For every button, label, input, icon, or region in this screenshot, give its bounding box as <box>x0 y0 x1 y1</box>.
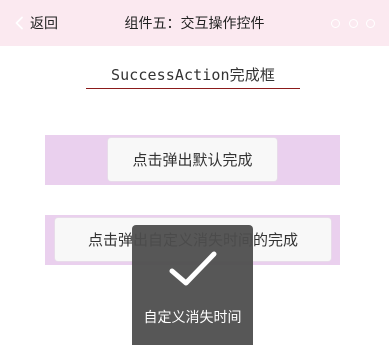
checkmark-icon <box>169 251 217 286</box>
dot <box>348 18 358 28</box>
dot <box>331 18 340 28</box>
more-dots-icon[interactable] <box>331 17 375 29</box>
nav-header: 返回 组件五：交互操作控件 <box>0 0 389 46</box>
back-label: 返回 <box>30 16 58 32</box>
page: 返回 组件五：交互操作控件 SuccessAction完成框 点击弹出默认完成 … <box>0 0 389 345</box>
dot <box>366 18 375 28</box>
section-title: SuccessAction完成框 <box>110 66 275 84</box>
page-title: 组件五：交互操作控件 <box>124 16 265 32</box>
chevron-left-icon <box>15 16 23 30</box>
success-toast: 自定义消失时间 <box>132 225 253 345</box>
section-title-underline <box>86 88 300 89</box>
back-button[interactable]: 返回 <box>12 11 58 35</box>
show-default-complete-button[interactable]: 点击弹出默认完成 <box>108 138 277 181</box>
toast-message: 自定义消失时间 <box>143 310 242 326</box>
